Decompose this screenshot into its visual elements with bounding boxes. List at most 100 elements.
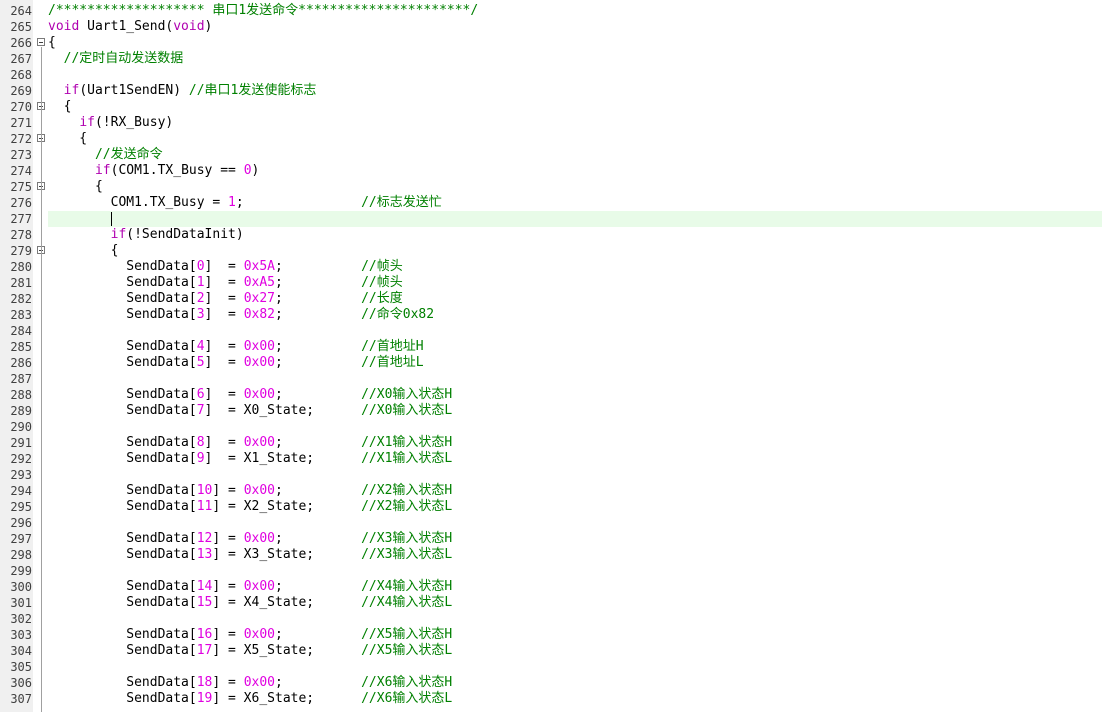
code-line[interactable]: 305 xyxy=(0,659,1102,675)
code-text[interactable]: SendData[13] = X3_State; //X3输入状态L xyxy=(48,547,1102,563)
code-line[interactable]: 298 SendData[13] = X3_State; //X3输入状态L xyxy=(0,547,1102,563)
code-text[interactable]: //发送命令 xyxy=(48,147,1102,163)
code-text[interactable] xyxy=(48,467,1102,483)
code-text[interactable]: SendData[12] = 0x00; //X3输入状态H xyxy=(48,531,1102,547)
code-line[interactable]: 299 xyxy=(0,563,1102,579)
code-text[interactable]: /******************* 串口1发送命令************… xyxy=(48,3,1102,19)
code-text[interactable] xyxy=(48,563,1102,579)
code-line[interactable]: 303 SendData[16] = 0x00; //X5输入状态H xyxy=(0,627,1102,643)
code-line[interactable]: 306 SendData[18] = 0x00; //X6输入状态H xyxy=(0,675,1102,691)
code-text[interactable] xyxy=(48,419,1102,435)
code-line[interactable]: 291 SendData[8] = 0x00; //X1输入状态H xyxy=(0,435,1102,451)
code-text[interactable]: void Uart1_Send(void) xyxy=(48,19,1102,35)
code-number: 12 xyxy=(196,531,213,546)
code-line[interactable]: 268 xyxy=(0,67,1102,83)
code-editor[interactable]: 264/******************* 串口1发送命令*********… xyxy=(0,0,1102,712)
code-text[interactable]: SendData[0] = 0x5A; //帧头 xyxy=(48,259,1102,275)
code-text[interactable] xyxy=(48,371,1102,387)
code-token: ] = xyxy=(204,355,244,370)
code-text[interactable]: { xyxy=(48,99,1102,115)
code-text[interactable] xyxy=(48,211,1102,227)
fold-collapse-icon[interactable] xyxy=(37,38,45,46)
code-line[interactable]: 274 if(COM1.TX_Busy == 0) xyxy=(0,163,1102,179)
code-line[interactable]: 301 SendData[15] = X4_State; //X4输入状态L xyxy=(0,595,1102,611)
code-line[interactable]: 294 SendData[10] = 0x00; //X2输入状态H xyxy=(0,483,1102,499)
code-line[interactable]: 283 SendData[3] = 0x82; //命令0x82 xyxy=(0,307,1102,323)
code-text[interactable]: if(COM1.TX_Busy == 0) xyxy=(48,163,1102,179)
code-line[interactable]: 290 xyxy=(0,419,1102,435)
code-line[interactable]: 266 { xyxy=(0,35,1102,51)
code-line[interactable]: 297 SendData[12] = 0x00; //X3输入状态H xyxy=(0,531,1102,547)
code-line[interactable]: 275 { xyxy=(0,179,1102,195)
code-text[interactable]: SendData[18] = 0x00; //X6输入状态H xyxy=(48,675,1102,691)
code-text[interactable]: SendData[2] = 0x27; //长度 xyxy=(48,291,1102,307)
code-line[interactable]: 289 SendData[7] = X0_State; //X0输入状态L xyxy=(0,403,1102,419)
code-text[interactable]: if(Uart1SendEN) //串口1发送使能标志 xyxy=(48,83,1102,99)
code-text[interactable]: SendData[4] = 0x00; //首地址H xyxy=(48,339,1102,355)
code-text[interactable]: SendData[17] = X5_State; //X5输入状态L xyxy=(48,643,1102,659)
code-number: 0x00 xyxy=(243,387,275,402)
code-token: { xyxy=(48,131,88,146)
code-line[interactable]: 267 //定时自动发送数据 xyxy=(0,51,1102,67)
code-text[interactable]: SendData[11] = X2_State; //X2输入状态L xyxy=(48,499,1102,515)
code-text[interactable]: { xyxy=(48,35,1102,51)
code-line[interactable]: 288 SendData[6] = 0x00; //X0输入状态H xyxy=(0,387,1102,403)
code-text[interactable]: SendData[16] = 0x00; //X5输入状态H xyxy=(48,627,1102,643)
code-text[interactable] xyxy=(48,67,1102,83)
code-text[interactable]: SendData[1] = 0xA5; //帧头 xyxy=(48,275,1102,291)
code-line[interactable]: 277 xyxy=(0,211,1102,227)
code-line[interactable]: 285 SendData[4] = 0x00; //首地址H xyxy=(0,339,1102,355)
code-line[interactable]: 272 { xyxy=(0,131,1102,147)
code-text[interactable]: SendData[10] = 0x00; //X2输入状态H xyxy=(48,483,1102,499)
code-line[interactable]: 300 SendData[14] = 0x00; //X4输入状态H xyxy=(0,579,1102,595)
code-line[interactable]: 302 xyxy=(0,611,1102,627)
code-text[interactable]: SendData[7] = X0_State; //X0输入状态L xyxy=(48,403,1102,419)
code-line[interactable]: 295 SendData[11] = X2_State; //X2输入状态L xyxy=(0,499,1102,515)
code-comment: //X6输入状态H xyxy=(361,675,453,690)
code-line[interactable]: 278 if(!SendDataInit) xyxy=(0,227,1102,243)
code-text[interactable]: if(!SendDataInit) xyxy=(48,227,1102,243)
code-line[interactable]: 293 xyxy=(0,467,1102,483)
code-line[interactable]: 292 SendData[9] = X1_State; //X1输入状态L xyxy=(0,451,1102,467)
code-line[interactable]: 286 SendData[5] = 0x00; //首地址L xyxy=(0,355,1102,371)
code-text[interactable]: SendData[5] = 0x00; //首地址L xyxy=(48,355,1102,371)
code-line[interactable]: 279 { xyxy=(0,243,1102,259)
code-line[interactable]: 307 SendData[19] = X6_State; //X6输入状态L xyxy=(0,691,1102,707)
code-line[interactable]: 287 xyxy=(0,371,1102,387)
code-text[interactable]: COM1.TX_Busy = 1; //标志发送忙 xyxy=(48,195,1102,211)
code-text[interactable]: SendData[9] = X1_State; //X1输入状态L xyxy=(48,451,1102,467)
code-line[interactable]: 280 SendData[0] = 0x5A; //帧头 xyxy=(0,259,1102,275)
code-line[interactable]: 270 { xyxy=(0,99,1102,115)
code-line[interactable]: 304 SendData[17] = X5_State; //X5输入状态L xyxy=(0,643,1102,659)
code-text[interactable]: { xyxy=(48,179,1102,195)
code-comment: //串口1发送使能标志 xyxy=(188,83,317,98)
code-text[interactable]: SendData[15] = X4_State; //X4输入状态L xyxy=(48,595,1102,611)
code-text[interactable]: SendData[3] = 0x82; //命令0x82 xyxy=(48,307,1102,323)
code-text[interactable] xyxy=(48,659,1102,675)
code-line[interactable]: 265 void Uart1_Send(void) xyxy=(0,19,1102,35)
code-line[interactable]: 281 SendData[1] = 0xA5; //帧头 xyxy=(0,275,1102,291)
code-text[interactable] xyxy=(48,611,1102,627)
code-text[interactable]: SendData[8] = 0x00; //X1输入状态H xyxy=(48,435,1102,451)
code-line[interactable]: 276 COM1.TX_Busy = 1; //标志发送忙 xyxy=(0,195,1102,211)
code-line[interactable]: 282 SendData[2] = 0x27; //长度 xyxy=(0,291,1102,307)
code-comment: /******************* 串口1发送命令************… xyxy=(48,3,479,18)
code-text[interactable]: if(!RX_Busy) xyxy=(48,115,1102,131)
code-line[interactable]: 264 /******************* 串口1发送命令*********… xyxy=(0,3,1102,19)
code-text[interactable] xyxy=(48,515,1102,531)
code-token: SendData[ xyxy=(48,387,197,402)
code-line[interactable]: 271 if(!RX_Busy) xyxy=(0,115,1102,131)
code-text[interactable] xyxy=(48,323,1102,339)
code-text[interactable]: SendData[6] = 0x00; //X0输入状态H xyxy=(48,387,1102,403)
code-text[interactable]: SendData[14] = 0x00; //X4输入状态H xyxy=(48,579,1102,595)
code-line[interactable]: 269 if(Uart1SendEN) //串口1发送使能标志 xyxy=(0,83,1102,99)
code-text[interactable]: SendData[19] = X6_State; //X6输入状态L xyxy=(48,691,1102,707)
code-line[interactable]: 273 //发送命令 xyxy=(0,147,1102,163)
code-line[interactable]: 284 xyxy=(0,323,1102,339)
code-text[interactable]: //定时自动发送数据 xyxy=(48,51,1102,67)
code-line[interactable]: 296 xyxy=(0,515,1102,531)
code-token: ] = X4_State; xyxy=(212,595,362,610)
line-number: 305 xyxy=(10,660,32,674)
code-text[interactable]: { xyxy=(48,131,1102,147)
code-text[interactable]: { xyxy=(48,243,1102,259)
